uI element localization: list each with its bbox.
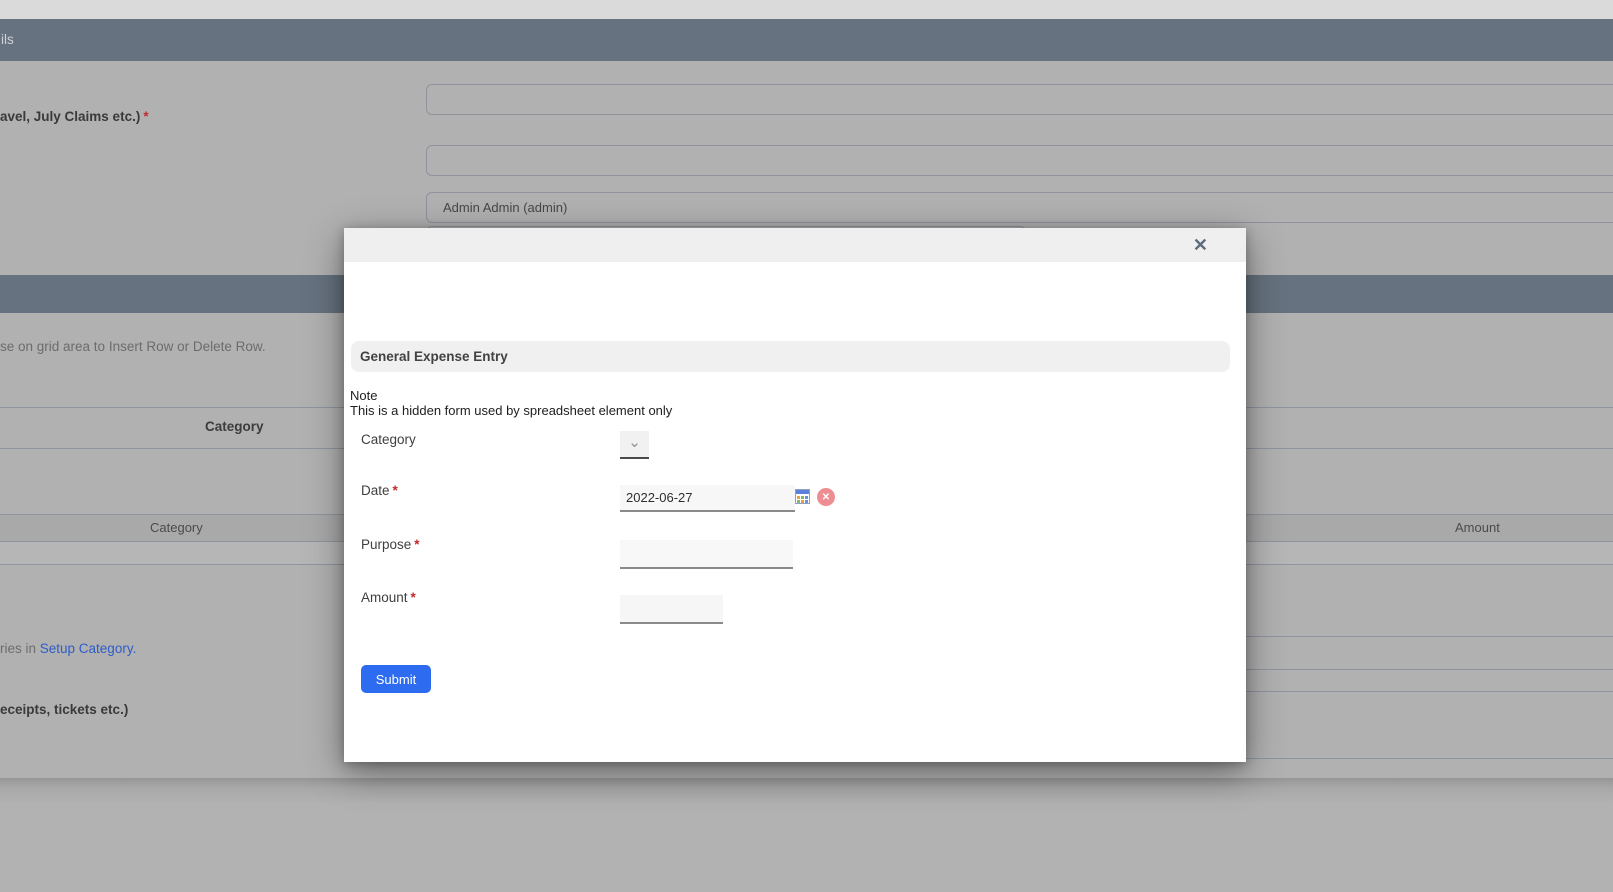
calendar-icon[interactable] bbox=[795, 489, 810, 504]
claim-name-input[interactable] bbox=[426, 84, 1613, 115]
category-select[interactable]: ⌄ bbox=[620, 431, 649, 459]
owner-input[interactable] bbox=[426, 192, 1613, 223]
grid-line bbox=[1246, 691, 1613, 692]
grid-hint-text: se on grid area to Insert Row or Delete … bbox=[0, 339, 266, 354]
submit-button[interactable]: Submit bbox=[361, 665, 431, 693]
amount-label: Amount* bbox=[361, 590, 416, 605]
date-label: Date* bbox=[361, 483, 398, 498]
receipts-label: eceipts, tickets etc.) bbox=[0, 702, 128, 717]
required-asterisk: * bbox=[411, 590, 416, 605]
grid-col-header-category: Category bbox=[150, 515, 203, 541]
screen: ils avel, July Claims etc.)* se on grid … bbox=[0, 0, 1613, 892]
details-header-title: ils bbox=[0, 19, 1613, 61]
required-asterisk: * bbox=[414, 537, 419, 552]
modal-header-bar: ✕ bbox=[344, 228, 1246, 262]
note-heading: Note bbox=[350, 388, 377, 403]
date-input[interactable] bbox=[620, 485, 795, 512]
claim-name-label: avel, July Claims etc.)* bbox=[0, 109, 149, 124]
note-body: This is a hidden form used by spreadshee… bbox=[350, 403, 672, 418]
required-asterisk: * bbox=[143, 109, 148, 124]
category-label: Category bbox=[361, 432, 416, 447]
setup-category-hint: ries in Setup Category. bbox=[0, 641, 136, 656]
clear-date-icon[interactable]: ✕ bbox=[817, 488, 835, 506]
form-title-box: General Expense Entry bbox=[351, 341, 1230, 372]
grid-line bbox=[1246, 669, 1613, 670]
page-footer-section bbox=[0, 778, 1613, 892]
amount-input[interactable] bbox=[620, 595, 723, 624]
grid-section-category-header: Category bbox=[205, 419, 264, 434]
close-icon[interactable]: ✕ bbox=[1193, 233, 1208, 257]
purpose-label: Purpose* bbox=[361, 537, 420, 552]
grid-line bbox=[1246, 636, 1613, 637]
chevron-down-icon: ⌄ bbox=[628, 435, 641, 450]
grid-line bbox=[1246, 758, 1613, 759]
form-title: General Expense Entry bbox=[351, 341, 1230, 372]
setup-category-link[interactable]: Setup Category. bbox=[40, 641, 137, 656]
required-asterisk: * bbox=[393, 483, 398, 498]
claim-description-input[interactable] bbox=[426, 145, 1613, 176]
purpose-input[interactable] bbox=[620, 540, 793, 569]
general-expense-entry-modal: ✕ General Expense Entry Note This is a h… bbox=[344, 228, 1246, 762]
grid-col-header-amount: Amount bbox=[1455, 515, 1500, 541]
details-header-bar: ils bbox=[0, 19, 1613, 61]
page-top-strip bbox=[0, 0, 1613, 19]
